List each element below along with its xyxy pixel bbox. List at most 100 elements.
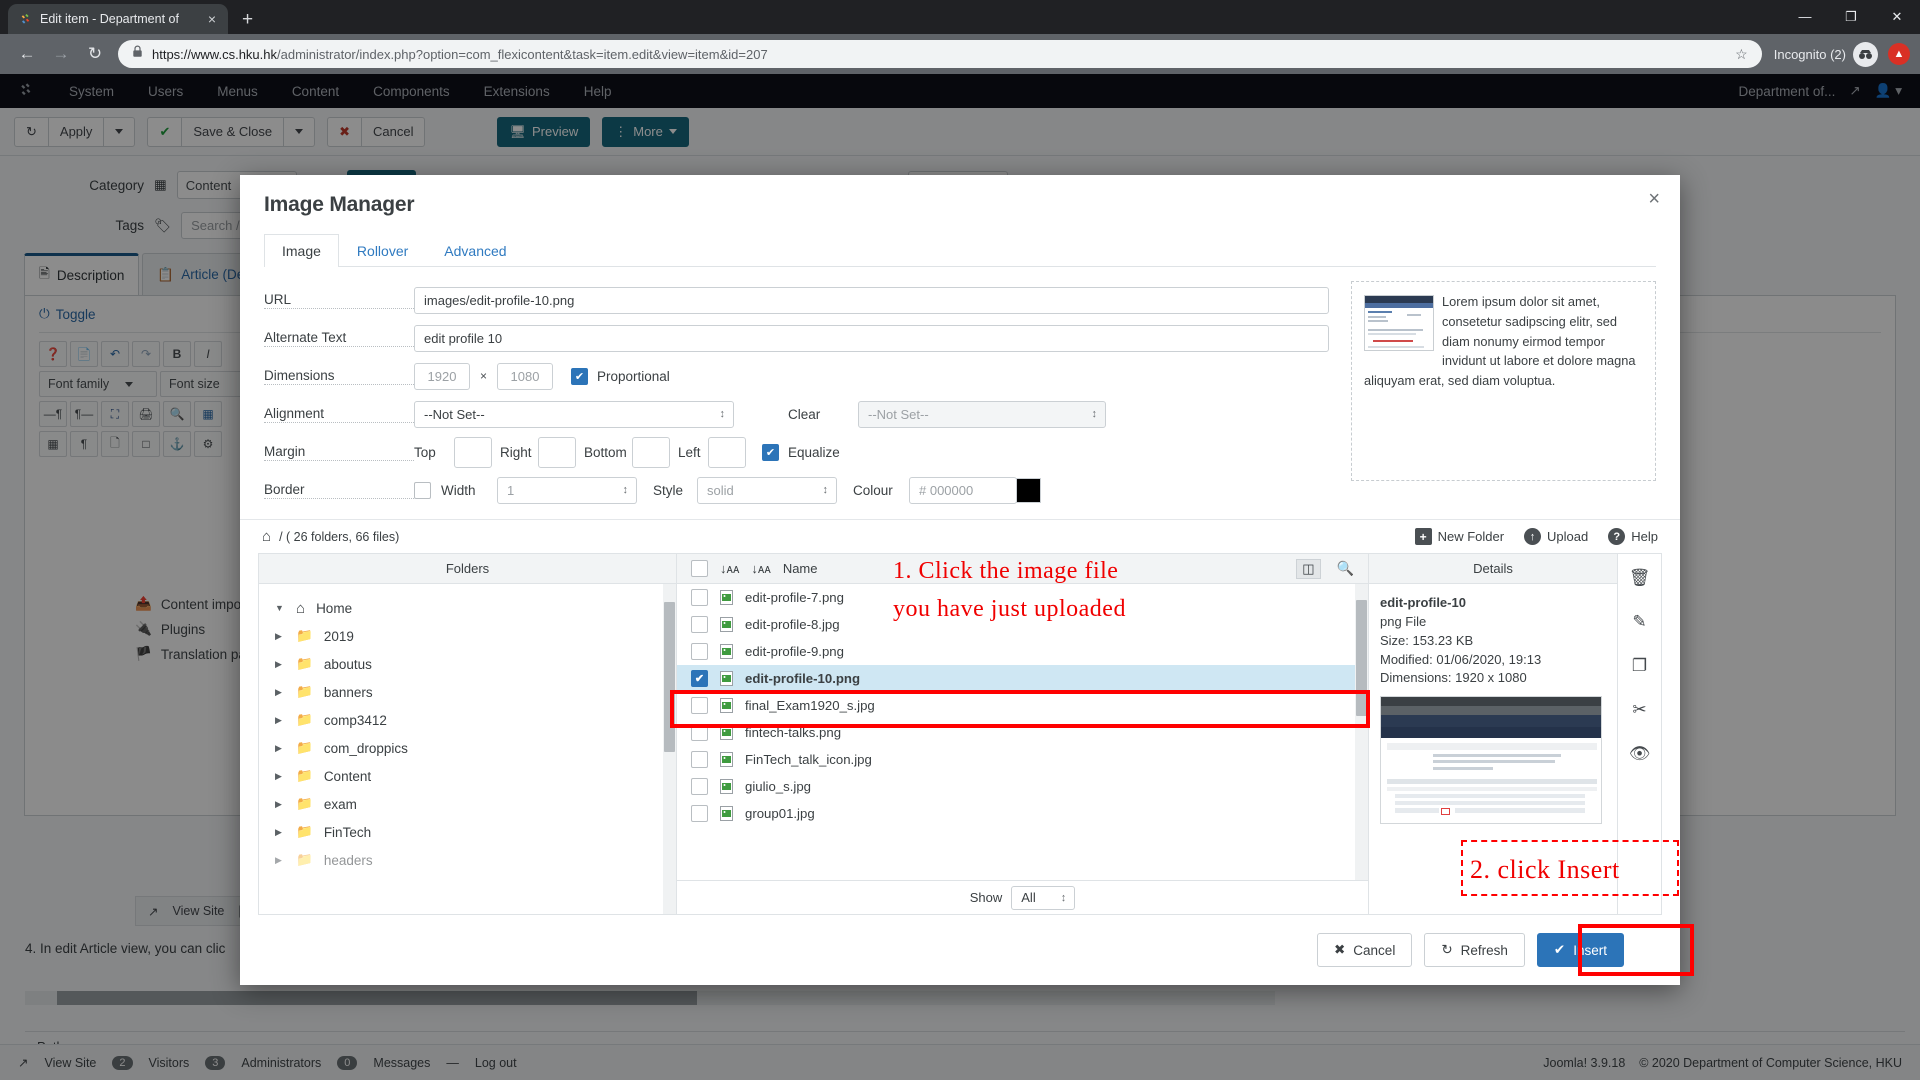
folder-icon: 📁: [296, 824, 313, 839]
border-checkbox[interactable]: [414, 481, 431, 499]
folder-node-home[interactable]: ▼ ⌂ Home: [259, 594, 676, 622]
chevron-right-icon[interactable]: ▶: [275, 687, 285, 698]
minimize-icon[interactable]: —: [1782, 0, 1828, 34]
table-row[interactable]: FinTech_talk_icon.jpg: [677, 746, 1368, 773]
help-button[interactable]: ? Help: [1608, 528, 1658, 545]
margin-right-field[interactable]: [538, 436, 576, 468]
reload-icon[interactable]: ↻: [78, 44, 112, 64]
new-folder-button[interactable]: + New Folder: [1414, 528, 1504, 545]
cut-icon[interactable]: ✂: [1632, 700, 1646, 720]
profile-avatar[interactable]: ▲: [1888, 43, 1910, 65]
window-close-icon[interactable]: ✕: [1874, 0, 1920, 34]
file-checkbox[interactable]: [691, 616, 708, 633]
tab-rollover[interactable]: Rollover: [339, 234, 426, 267]
file-checkbox[interactable]: [691, 643, 708, 660]
dimension-width-field[interactable]: 1920: [414, 362, 470, 390]
chevron-right-icon[interactable]: ▶: [275, 799, 285, 810]
file-checkbox[interactable]: [691, 751, 708, 768]
url-input[interactable]: https://www.cs.hku.hk/administrator/inde…: [118, 40, 1762, 68]
home-breadcrumb-icon[interactable]: ⌂: [262, 528, 271, 545]
table-row-selected[interactable]: ✔ edit-profile-10.png: [677, 665, 1368, 692]
file-checkbox[interactable]: [691, 589, 708, 606]
close-icon[interactable]: ×: [205, 10, 219, 28]
colour-field[interactable]: # 000000: [909, 476, 1017, 504]
border-style-select[interactable]: solid: [697, 476, 837, 504]
chevron-right-icon[interactable]: ▶: [275, 743, 285, 754]
refresh-button[interactable]: ↻ Refresh: [1424, 933, 1525, 967]
width-label: Width: [441, 482, 476, 498]
folders-column: Folders ▼ ⌂ Home ▶ 📁 2019 ▶ 📁 aboutus ▶ …: [259, 554, 677, 914]
alignment-select[interactable]: --Not Set--: [414, 400, 734, 428]
chevron-right-icon[interactable]: ▶: [275, 855, 285, 866]
dimension-height-field[interactable]: 1080: [497, 362, 554, 390]
preview-eye-icon[interactable]: 👁: [1629, 744, 1651, 764]
check-icon: ✔: [1553, 942, 1566, 957]
chevron-right-icon[interactable]: ▶: [275, 631, 285, 642]
file-checkbox[interactable]: [691, 805, 708, 822]
margin-bottom-field[interactable]: [632, 436, 670, 468]
margin-row: Margin Top Right Bottom Left ✔ Equalize: [264, 433, 1329, 471]
folder-node-aboutus[interactable]: ▶ 📁 aboutus: [259, 650, 676, 678]
style-label: Style: [653, 482, 684, 498]
new-tab-button[interactable]: +: [242, 9, 253, 31]
proportional-checkbox[interactable]: ✔: [571, 367, 589, 385]
edit-icon[interactable]: ✎: [1632, 612, 1646, 632]
chevron-right-icon[interactable]: ▶: [275, 827, 285, 838]
chevron-right-icon[interactable]: ▶: [275, 659, 285, 670]
detail-type: png File: [1380, 613, 1427, 629]
folder-node-exam[interactable]: ▶ 📁 exam: [259, 790, 676, 818]
search-icon[interactable]: 🔍: [1337, 560, 1354, 577]
folder-node-fintech[interactable]: ▶ 📁 FinTech: [259, 818, 676, 846]
border-width-select[interactable]: 1: [497, 476, 637, 504]
folder-node-comp3412[interactable]: ▶ 📁 comp3412: [259, 706, 676, 734]
sort-desc-icon[interactable]: ↓ᴀᴀ: [751, 561, 770, 576]
folder-node-content[interactable]: ▶ 📁 Content: [259, 762, 676, 790]
list-view-toggle-icon[interactable]: ◫: [1296, 558, 1321, 579]
tab-advanced[interactable]: Advanced: [426, 234, 524, 267]
copy-icon[interactable]: ❐: [1632, 656, 1647, 676]
margin-top-field[interactable]: [454, 436, 492, 468]
browser-tab[interactable]: Edit item - Department of ×: [8, 4, 228, 34]
maximize-icon[interactable]: ❐: [1828, 0, 1874, 34]
incognito-indicator[interactable]: Incognito (2): [1773, 41, 1878, 67]
folder-node-headers[interactable]: ▶ 📁 headers: [259, 846, 676, 874]
colour-swatch[interactable]: [1016, 477, 1041, 503]
modal-close-icon[interactable]: ×: [1648, 189, 1660, 209]
files-scrollbar[interactable]: [1355, 584, 1368, 880]
name-column-header[interactable]: Name: [783, 561, 818, 576]
highlight-step2-dashed-box: [1461, 840, 1679, 896]
equalize-checkbox[interactable]: ✔: [762, 443, 779, 461]
table-row[interactable]: edit-profile-9.png: [677, 638, 1368, 665]
folder-node-banners[interactable]: ▶ 📁 banners: [259, 678, 676, 706]
show-select[interactable]: All: [1011, 885, 1076, 910]
upload-button[interactable]: ↑ Upload: [1524, 528, 1588, 545]
sort-asc-icon[interactable]: ↓ᴀᴀ: [720, 561, 739, 576]
folders-scrollbar[interactable]: [663, 584, 676, 914]
bookmark-star-icon[interactable]: ☆: [1735, 46, 1748, 63]
tab-image[interactable]: Image: [264, 234, 339, 267]
folder-node-2019[interactable]: ▶ 📁 2019: [259, 622, 676, 650]
chevron-down-icon[interactable]: ▼: [275, 603, 285, 613]
folder-node-com-droppics[interactable]: ▶ 📁 com_droppics: [259, 734, 676, 762]
table-row[interactable]: giulio_s.jpg: [677, 773, 1368, 800]
cancel-button[interactable]: ✖ Cancel: [1316, 933, 1413, 967]
breadcrumb: / ( 26 folders, 66 files): [279, 529, 400, 544]
delete-icon[interactable]: 🗑: [1629, 568, 1651, 588]
table-row[interactable]: group01.jpg: [677, 800, 1368, 827]
select-all-checkbox[interactable]: [691, 560, 708, 577]
alternate-text-field[interactable]: edit profile 10: [414, 324, 1329, 352]
chevron-right-icon[interactable]: ▶: [275, 715, 285, 726]
chevron-right-icon[interactable]: ▶: [275, 771, 285, 782]
highlight-selected-file-box: [670, 690, 1370, 728]
url-field[interactable]: images/edit-profile-10.png: [414, 286, 1329, 314]
annotation-step1-line1: 1. Click the image file: [893, 558, 1119, 584]
file-checkbox[interactable]: ✔: [691, 670, 708, 687]
incognito-label: Incognito (2): [1773, 46, 1846, 62]
clear-select[interactable]: --Not Set--: [858, 400, 1106, 428]
preview-thumbnail: [1364, 295, 1434, 351]
margin-left-field[interactable]: [708, 436, 746, 468]
file-checkbox[interactable]: [691, 778, 708, 795]
back-icon[interactable]: ←: [10, 44, 44, 64]
form-left-column: URL images/edit-profile-10.png Alternate…: [264, 281, 1329, 509]
folder-icon: 📁: [296, 796, 313, 811]
